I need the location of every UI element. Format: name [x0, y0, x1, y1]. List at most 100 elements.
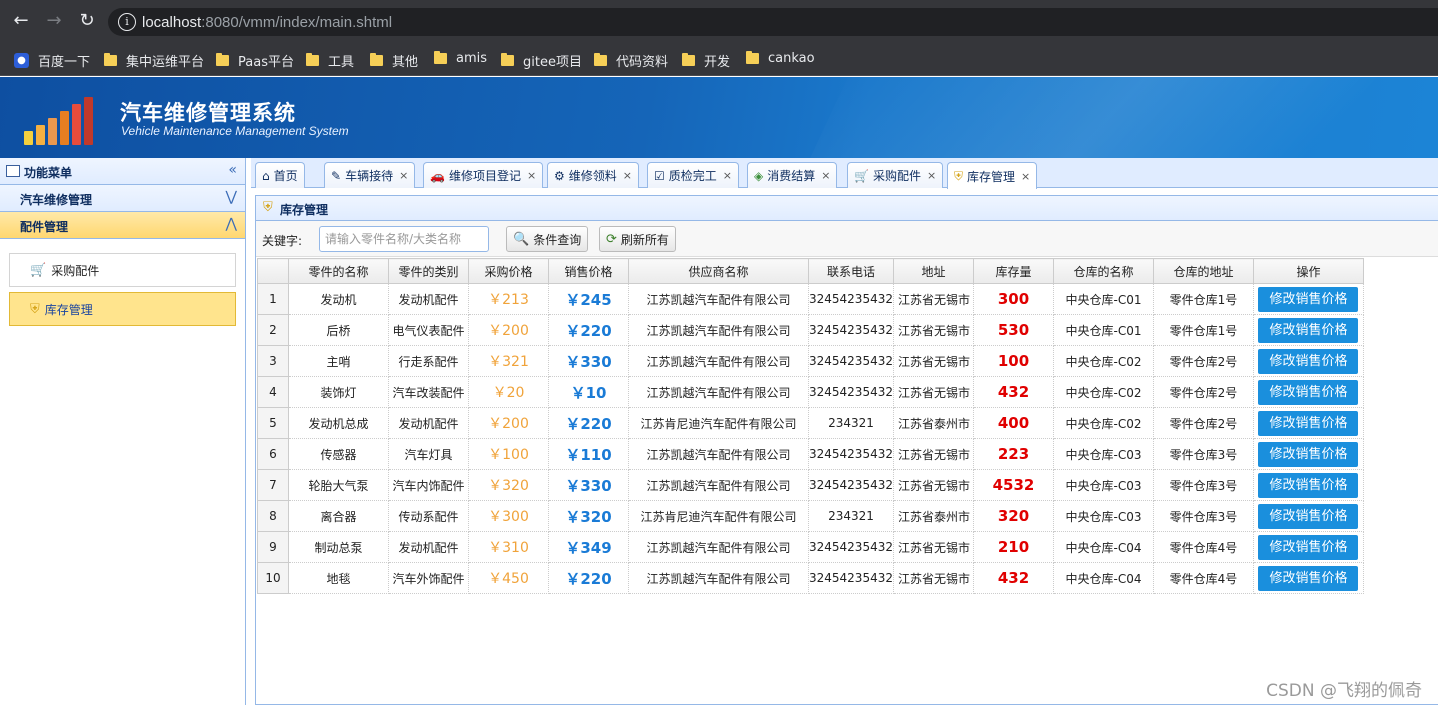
cell-sale-price: ￥330: [548, 345, 629, 377]
close-icon[interactable]: ×: [821, 169, 830, 182]
bookmark-ops[interactable]: 集中运维平台: [104, 51, 204, 70]
forward-arrow-icon[interactable]: →: [43, 10, 65, 32]
expand-down-icon[interactable]: ⋁: [226, 189, 237, 205]
app-title: 汽车维修管理系统: [120, 101, 296, 125]
close-icon[interactable]: ×: [527, 169, 536, 182]
reload-icon[interactable]: ↻: [76, 10, 98, 32]
table-row[interactable]: 5 发动机总成 发动机配件 ￥200 ￥220 江苏肯尼迪汽车配件有限公司 23…: [257, 407, 1364, 439]
tab-label: 维修领料: [568, 169, 617, 183]
close-icon[interactable]: ×: [623, 169, 632, 182]
cell-address: 江苏省无锡市: [892, 531, 974, 563]
edit-sale-price-button[interactable]: 修改销售价格: [1258, 379, 1359, 405]
menu-section-repair[interactable]: 汽车维修管理 ⋁: [0, 185, 245, 212]
bookmark-gitee[interactable]: gitee项目: [501, 51, 582, 70]
menu-section-label: 汽车维修管理: [20, 193, 93, 207]
table-row[interactable]: 3 主哨 行走系配件 ￥321 ￥330 江苏凯越汽车配件有限公司 324542…: [257, 345, 1364, 377]
bookmark-baidu[interactable]: ● 百度一下: [14, 51, 90, 70]
url-box[interactable]: i localhost:8080/vmm/index/main.shtml: [108, 8, 1438, 36]
tab-reception[interactable]: ✎ 车辆接待 ×: [324, 162, 416, 188]
tab-inventory[interactable]: ⛨ 库存管理 ×: [947, 162, 1038, 189]
tab-material[interactable]: ⚙ 维修领料 ×: [547, 162, 639, 188]
bookmark-other[interactable]: 其他: [370, 51, 418, 70]
home-icon: ⌂: [262, 168, 270, 183]
cell-stock: 223: [972, 438, 1054, 470]
function-menu-header: 功能菜单 «: [0, 158, 245, 185]
tab-settlement[interactable]: ◈ 消费结算 ×: [747, 162, 838, 188]
menu-item-inventory[interactable]: ⛨ 库存管理: [9, 292, 236, 326]
table-row[interactable]: 2 后桥 电气仪表配件 ￥200 ￥220 江苏凯越汽车配件有限公司 32454…: [257, 314, 1364, 346]
bookmark-tools[interactable]: 工具: [306, 51, 354, 70]
cell-supplier: 江苏凯越汽车配件有限公司: [628, 469, 809, 501]
cell-purchase-price: ￥20: [468, 376, 549, 408]
site-info-icon[interactable]: i: [118, 13, 136, 31]
cell-part-name: 制动总泵: [288, 531, 389, 563]
close-icon[interactable]: ×: [927, 169, 936, 182]
cell-part-category: 传动系配件: [388, 500, 469, 532]
edit-sale-price-button[interactable]: 修改销售价格: [1258, 317, 1359, 343]
inventory-panel-header: ⛨ 库存管理: [256, 196, 1438, 221]
tab-quality-check[interactable]: ☑ 质检完工 ×: [647, 162, 739, 188]
collapse-up-icon[interactable]: ⋀: [226, 216, 237, 232]
cell-part-name: 后桥: [288, 314, 389, 346]
tab-home[interactable]: ⌂ 首页: [255, 162, 305, 188]
menu-section-parts[interactable]: 配件管理 ⋀: [0, 212, 245, 239]
edit-sale-price-button[interactable]: 修改销售价格: [1258, 503, 1359, 529]
col-phone[interactable]: 联系电话: [808, 258, 894, 284]
cell-purchase-price: ￥200: [468, 314, 549, 346]
edit-sale-price-button[interactable]: 修改销售价格: [1258, 534, 1359, 560]
tab-repair-register[interactable]: 🚗 维修项目登记 ×: [423, 162, 544, 188]
col-supplier[interactable]: 供应商名称: [628, 258, 809, 284]
panel-title: 库存管理: [280, 203, 329, 217]
bookmark-dev[interactable]: 开发: [682, 51, 730, 70]
table-row[interactable]: 8 离合器 传动系配件 ￥300 ￥320 江苏肯尼迪汽车配件有限公司 2343…: [257, 500, 1364, 532]
close-icon[interactable]: ×: [399, 169, 408, 182]
refresh-button[interactable]: ⟳ 刷新所有: [599, 226, 676, 252]
url-text[interactable]: localhost:8080/vmm/index/main.shtml: [142, 14, 392, 31]
col-part-category[interactable]: 零件的类别: [388, 258, 469, 284]
table-row[interactable]: 10 地毯 汽车外饰配件 ￥450 ￥220 江苏凯越汽车配件有限公司 3245…: [257, 562, 1364, 594]
table-row[interactable]: 7 轮胎大气泵 汽车内饰配件 ￥320 ￥330 江苏凯越汽车配件有限公司 32…: [257, 469, 1364, 501]
back-arrow-icon[interactable]: ←: [10, 10, 32, 32]
table-row[interactable]: 9 制动总泵 发动机配件 ￥310 ￥349 江苏凯越汽车配件有限公司 3245…: [257, 531, 1364, 563]
cell-phone: 32454235432: [808, 531, 894, 563]
cell-purchase-price: ￥320: [468, 469, 549, 501]
shield-icon: ⛨: [954, 168, 964, 183]
collapse-left-icon[interactable]: «: [228, 162, 237, 178]
cell-stock: 400: [972, 407, 1054, 439]
edit-sale-price-button[interactable]: 修改销售价格: [1258, 410, 1359, 436]
close-icon[interactable]: ×: [1021, 170, 1030, 183]
close-icon[interactable]: ×: [723, 169, 732, 182]
table-row[interactable]: 6 传感器 汽车灯具 ￥100 ￥110 江苏凯越汽车配件有限公司 324542…: [257, 438, 1364, 470]
keyword-input[interactable]: [319, 226, 489, 252]
cell-sale-price: ￥245: [548, 283, 629, 315]
tab-purchase[interactable]: 🛒 采购配件 ×: [847, 162, 944, 188]
menu-item-purchase[interactable]: 🛒 采购配件: [9, 253, 236, 287]
edit-sale-price-button[interactable]: 修改销售价格: [1258, 441, 1359, 467]
table-row[interactable]: 1 发动机 发动机配件 ￥213 ￥245 江苏凯越汽车配件有限公司 32454…: [257, 283, 1364, 315]
col-part-name[interactable]: 零件的名称: [288, 258, 389, 284]
cell-part-category: 发动机配件: [388, 531, 469, 563]
col-address[interactable]: 地址: [892, 258, 974, 284]
bookmark-cankao[interactable]: cankao: [746, 51, 815, 66]
cell-address: 江苏省无锡市: [892, 376, 974, 408]
shield-icon: ⛨: [30, 301, 40, 317]
col-warehouse-address[interactable]: 仓库的地址: [1152, 258, 1254, 284]
menu-icon: [6, 165, 20, 177]
folder-icon: [501, 53, 514, 66]
cell-warehouse-name: 中央仓库-C02: [1052, 407, 1154, 439]
col-warehouse-name[interactable]: 仓库的名称: [1052, 258, 1154, 284]
edit-sale-price-button[interactable]: 修改销售价格: [1258, 565, 1359, 591]
col-stock[interactable]: 库存量: [972, 258, 1054, 284]
bookmark-code[interactable]: 代码资料: [594, 51, 668, 70]
col-purchase-price[interactable]: 采购价格: [468, 258, 549, 284]
bookmark-paas[interactable]: Paas平台: [216, 51, 294, 70]
table-row[interactable]: 4 装饰灯 汽车改装配件 ￥20 ￥10 江苏凯越汽车配件有限公司 324542…: [257, 376, 1364, 408]
bookmark-amis[interactable]: amis: [434, 51, 487, 66]
cell-stock: 100: [972, 345, 1054, 377]
edit-sale-price-button[interactable]: 修改销售价格: [1258, 348, 1359, 374]
edit-sale-price-button[interactable]: 修改销售价格: [1258, 286, 1359, 312]
col-sale-price[interactable]: 销售价格: [548, 258, 629, 284]
search-button[interactable]: 🔍 条件查询: [506, 226, 589, 252]
col-rownum: [257, 258, 289, 284]
edit-sale-price-button[interactable]: 修改销售价格: [1258, 472, 1359, 498]
